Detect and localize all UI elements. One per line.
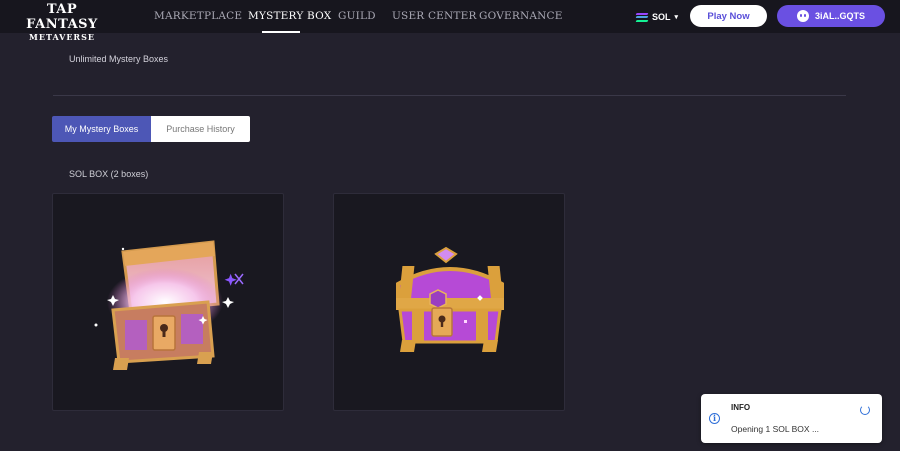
info-icon: i	[709, 413, 720, 424]
chevron-down-icon: ▾	[674, 14, 679, 21]
nav-active-indicator	[262, 31, 300, 33]
tap-fantasy-logo[interactable]: TAP FANTASY METAVERSE	[12, 2, 112, 42]
info-toast: i INFO Opening 1 SOL BOX ...	[701, 394, 882, 443]
chain-selector[interactable]: SOL ▾	[635, 10, 679, 24]
top-navbar: TAP FANTASY METAVERSE MARKETPLACE MYSTER…	[0, 0, 900, 42]
solana-icon	[635, 12, 649, 22]
section-divider	[53, 95, 846, 96]
box-tabs: My Mystery Boxes Purchase History	[52, 116, 250, 142]
nav-governance[interactable]: GOVERNANCE	[479, 10, 563, 22]
mystery-box-card[interactable]	[333, 193, 565, 411]
logo-title: TAP FANTASY	[26, 2, 98, 32]
nav-marketplace[interactable]: MARKETPLACE	[154, 10, 242, 22]
logo-subtitle: METAVERSE	[29, 32, 95, 42]
ghost-avatar-icon	[796, 10, 809, 22]
mystery-box-card[interactable]	[52, 193, 284, 411]
toast-message: Opening 1 SOL BOX ...	[731, 424, 820, 434]
tab-purchase-history[interactable]: Purchase History	[151, 116, 250, 142]
page-subtitle: Unlimited Mystery Boxes	[69, 54, 169, 64]
chain-label: SOL	[652, 12, 671, 22]
opened-treasure-chest-image	[94, 240, 244, 370]
nav-mystery-box[interactable]: MYSTERY BOX	[248, 10, 331, 22]
box-count-label: SOL BOX (2 boxes)	[69, 169, 149, 179]
play-now-button[interactable]: Play Now	[690, 5, 767, 27]
wallet-button[interactable]: 3iAL..GQTS	[777, 5, 885, 27]
toast-title: INFO	[731, 403, 751, 412]
tab-my-mystery-boxes[interactable]: My Mystery Boxes	[52, 116, 151, 142]
closed-treasure-chest-image	[396, 246, 504, 352]
nav-user-center[interactable]: USER CENTER	[392, 10, 477, 22]
loading-spinner-icon	[860, 405, 870, 415]
wallet-address: 3iAL..GQTS	[814, 11, 865, 21]
nav-guild[interactable]: GUILD	[338, 10, 376, 22]
